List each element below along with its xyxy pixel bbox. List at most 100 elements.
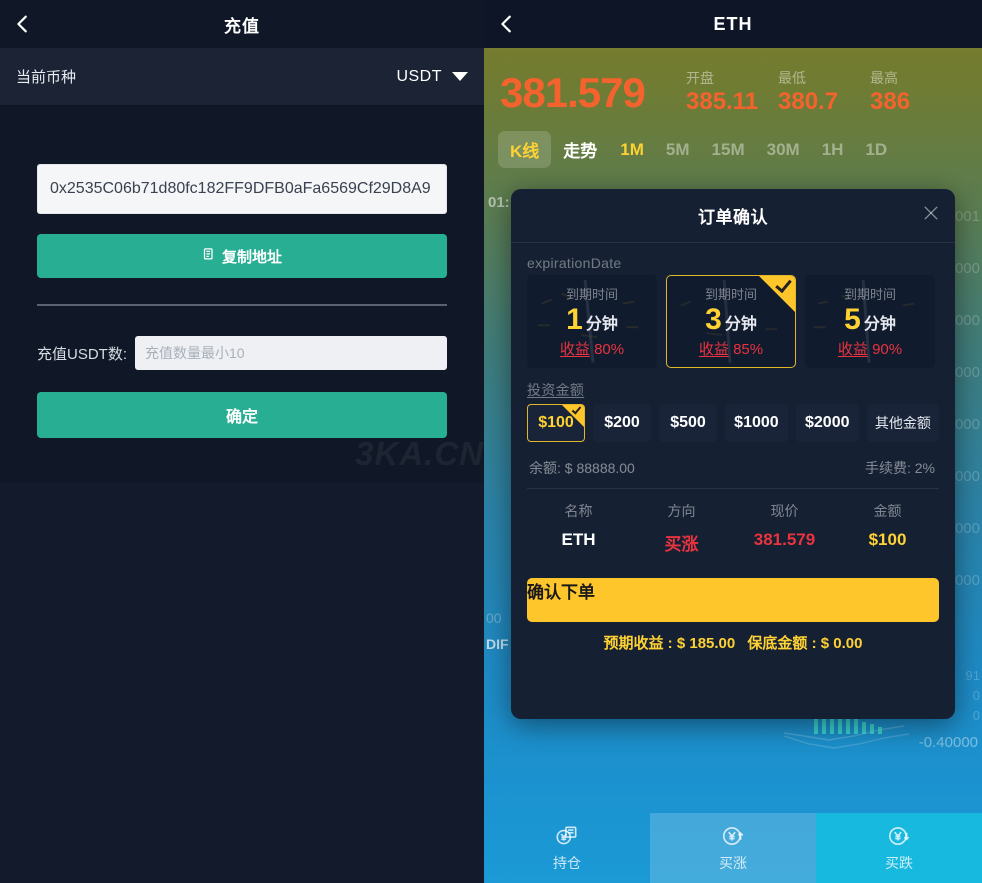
dialog-divider: [527, 488, 939, 489]
expiration-option-3[interactable]: 到期时间 3 分钟 收益 85%: [666, 275, 796, 368]
profit-label: 收益: [698, 341, 729, 358]
deposit-amount-input[interactable]: 充值数量最小10: [135, 336, 447, 370]
fee-text: 手续费: 2%: [864, 460, 935, 476]
currency-value: USDT: [396, 67, 442, 85]
col-name: 名称: [564, 503, 593, 519]
dialog-body: expirationDate 到期时间 1 分钟 收益 80% 到期时间 3 分…: [511, 243, 955, 653]
order-confirm-dialog: 订单确认 expirationDate 到期时间 1 分钟 收益 80% 到期时…: [511, 189, 955, 719]
last-price: 381.579: [500, 69, 646, 116]
expiration-unit: 分钟: [724, 316, 757, 333]
expiration-duration: 1 分钟: [566, 305, 618, 335]
yen-up-icon: [720, 823, 746, 849]
deposit-amount-row: 充值USDT数: 充值数量最小10: [37, 336, 447, 370]
back-icon[interactable]: [496, 13, 518, 35]
order-footnote: 预期收益 : $ 185.00 保底金额 : $ 0.00: [527, 632, 939, 653]
expiration-number: 5: [844, 303, 861, 336]
tab-30m[interactable]: 30M: [756, 134, 811, 166]
trading-header: ETH: [484, 0, 982, 48]
expiration-unit: 分钟: [585, 316, 618, 333]
table-row: ETH 买涨 381.579 $100: [527, 525, 939, 560]
stat-open-label: 开盘: [686, 70, 714, 86]
cell-direction: 买涨: [664, 535, 699, 554]
balance-fee-row: 余额: $ 88888.00 手续费: 2%: [527, 458, 939, 478]
expiration-number: 3: [705, 303, 722, 336]
tab-trend[interactable]: 走势: [551, 131, 609, 168]
deposit-form: 0x2535C06b71d80fc182FF9DFB0aFa6569Cf29D8…: [0, 106, 484, 483]
stat-open-value: 385.11: [686, 88, 759, 115]
deposit-confirm-button[interactable]: 确定: [37, 392, 447, 438]
stat-low: 最低 380.7: [778, 68, 870, 115]
col-direction: 方向: [667, 503, 696, 519]
stat-high-label: 最高: [870, 70, 898, 86]
tabbar-label-buy-down: 买跌: [885, 855, 913, 871]
dialog-title: 订单确认: [698, 208, 768, 227]
expiration-duration: 5 分钟: [844, 305, 896, 335]
tab-kline[interactable]: K线: [498, 131, 552, 168]
tabbar-label-buy-up: 买涨: [719, 855, 747, 871]
cell-price: 381.579: [753, 530, 816, 549]
chart-tabs: K线 走势 1M 5M 15M 30M 1H 1D: [484, 115, 982, 168]
profit-label: 收益: [559, 341, 590, 358]
copy-icon: [202, 247, 217, 266]
col-amount: 金额: [873, 503, 902, 519]
copy-address-button[interactable]: 复制地址: [37, 234, 447, 278]
guaranteed-amount-text: 保底金额 : $ 0.00: [747, 635, 863, 652]
amount-option-custom[interactable]: 其他金额: [866, 404, 939, 442]
expiration-profit: 收益 85%: [699, 338, 763, 359]
trading-panel: ETH 381.579 开盘 385.11 最低 380.7 最高 386 K线…: [484, 0, 982, 883]
tab-5m[interactable]: 5M: [655, 134, 701, 166]
expiration-options: 到期时间 1 分钟 收益 80% 到期时间 3 分钟 收益 85% 到期时间 5…: [527, 275, 939, 368]
page-title: 充值: [224, 16, 260, 36]
expiration-option-1[interactable]: 到期时间 1 分钟 收益 80%: [527, 275, 657, 368]
col-price: 现价: [770, 503, 799, 519]
bottom-tabbar: 持仓 买涨 买跌: [484, 813, 982, 883]
tab-1d[interactable]: 1D: [854, 134, 898, 166]
tabbar-item-buy-up[interactable]: 买涨: [650, 813, 816, 883]
coins-stack-icon: [554, 823, 580, 849]
amount-option-label: $200: [604, 414, 640, 431]
close-icon[interactable]: [921, 203, 941, 223]
amount-option-2000[interactable]: $2000: [795, 404, 859, 442]
tabbar-item-buy-down[interactable]: 买跌: [816, 813, 982, 883]
deposit-amount-label: 充值USDT数:: [37, 345, 128, 363]
stat-high-value: 386: [870, 88, 911, 115]
symbol-title: ETH: [713, 13, 753, 34]
deposit-panel: 充值 当前币种 USDT 0x2535C06b71d80fc182FF9DFB0…: [0, 0, 484, 883]
currency-value-wrap[interactable]: USDT: [396, 68, 468, 86]
expiration-option-5[interactable]: 到期时间 5 分钟 收益 90%: [805, 275, 935, 368]
expected-profit-text: 预期收益 : $ 185.00: [603, 635, 736, 652]
stat-open: 开盘 385.11: [686, 68, 778, 115]
currency-selector-row[interactable]: 当前币种 USDT: [0, 48, 484, 106]
amount-option-500[interactable]: $500: [659, 404, 717, 442]
tab-1m[interactable]: 1M: [609, 134, 655, 166]
expiration-profit: 收益 90%: [838, 338, 902, 359]
expiration-duration: 3 分钟: [705, 305, 757, 335]
expiration-profit: 收益 80%: [560, 338, 624, 359]
balance-text: 余额: $ 88888.00: [529, 460, 635, 476]
form-divider: [37, 304, 447, 306]
tab-15m[interactable]: 15M: [701, 134, 756, 166]
tabbar-item-holdings[interactable]: 持仓: [484, 813, 650, 883]
amount-option-label: 其他金额: [874, 415, 931, 431]
selected-check-icon: [759, 276, 795, 312]
expiration-top-label: 到期时间: [704, 287, 757, 302]
order-summary-table: 名称 方向 现价 金额 ETH 买涨 381.579 $100: [527, 497, 939, 560]
expiration-number: 1: [566, 303, 583, 336]
back-icon[interactable]: [12, 13, 34, 35]
tab-1h[interactable]: 1H: [811, 134, 855, 166]
submit-order-button[interactable]: 确认下单: [527, 578, 939, 622]
amount-section-label: 投资金额: [527, 382, 585, 398]
profit-label: 收益: [837, 341, 868, 358]
deposit-address-field[interactable]: 0x2535C06b71d80fc182FF9DFB0aFa6569Cf29D8…: [37, 164, 447, 214]
expiration-top-label: 到期时间: [843, 287, 896, 302]
expiration-top-label: 到期时间: [565, 287, 618, 302]
watermark: 3KA.CN: [355, 435, 484, 472]
selected-check-icon: [562, 405, 584, 427]
stat-high: 最高 386: [870, 68, 962, 115]
deposit-header: 充值: [0, 0, 484, 48]
amount-option-label: $500: [670, 414, 706, 431]
amount-option-100[interactable]: $100: [527, 404, 585, 442]
amount-option-1000[interactable]: $1000: [725, 404, 788, 442]
amount-option-200[interactable]: $200: [593, 404, 651, 442]
yen-down-icon: [886, 823, 912, 849]
